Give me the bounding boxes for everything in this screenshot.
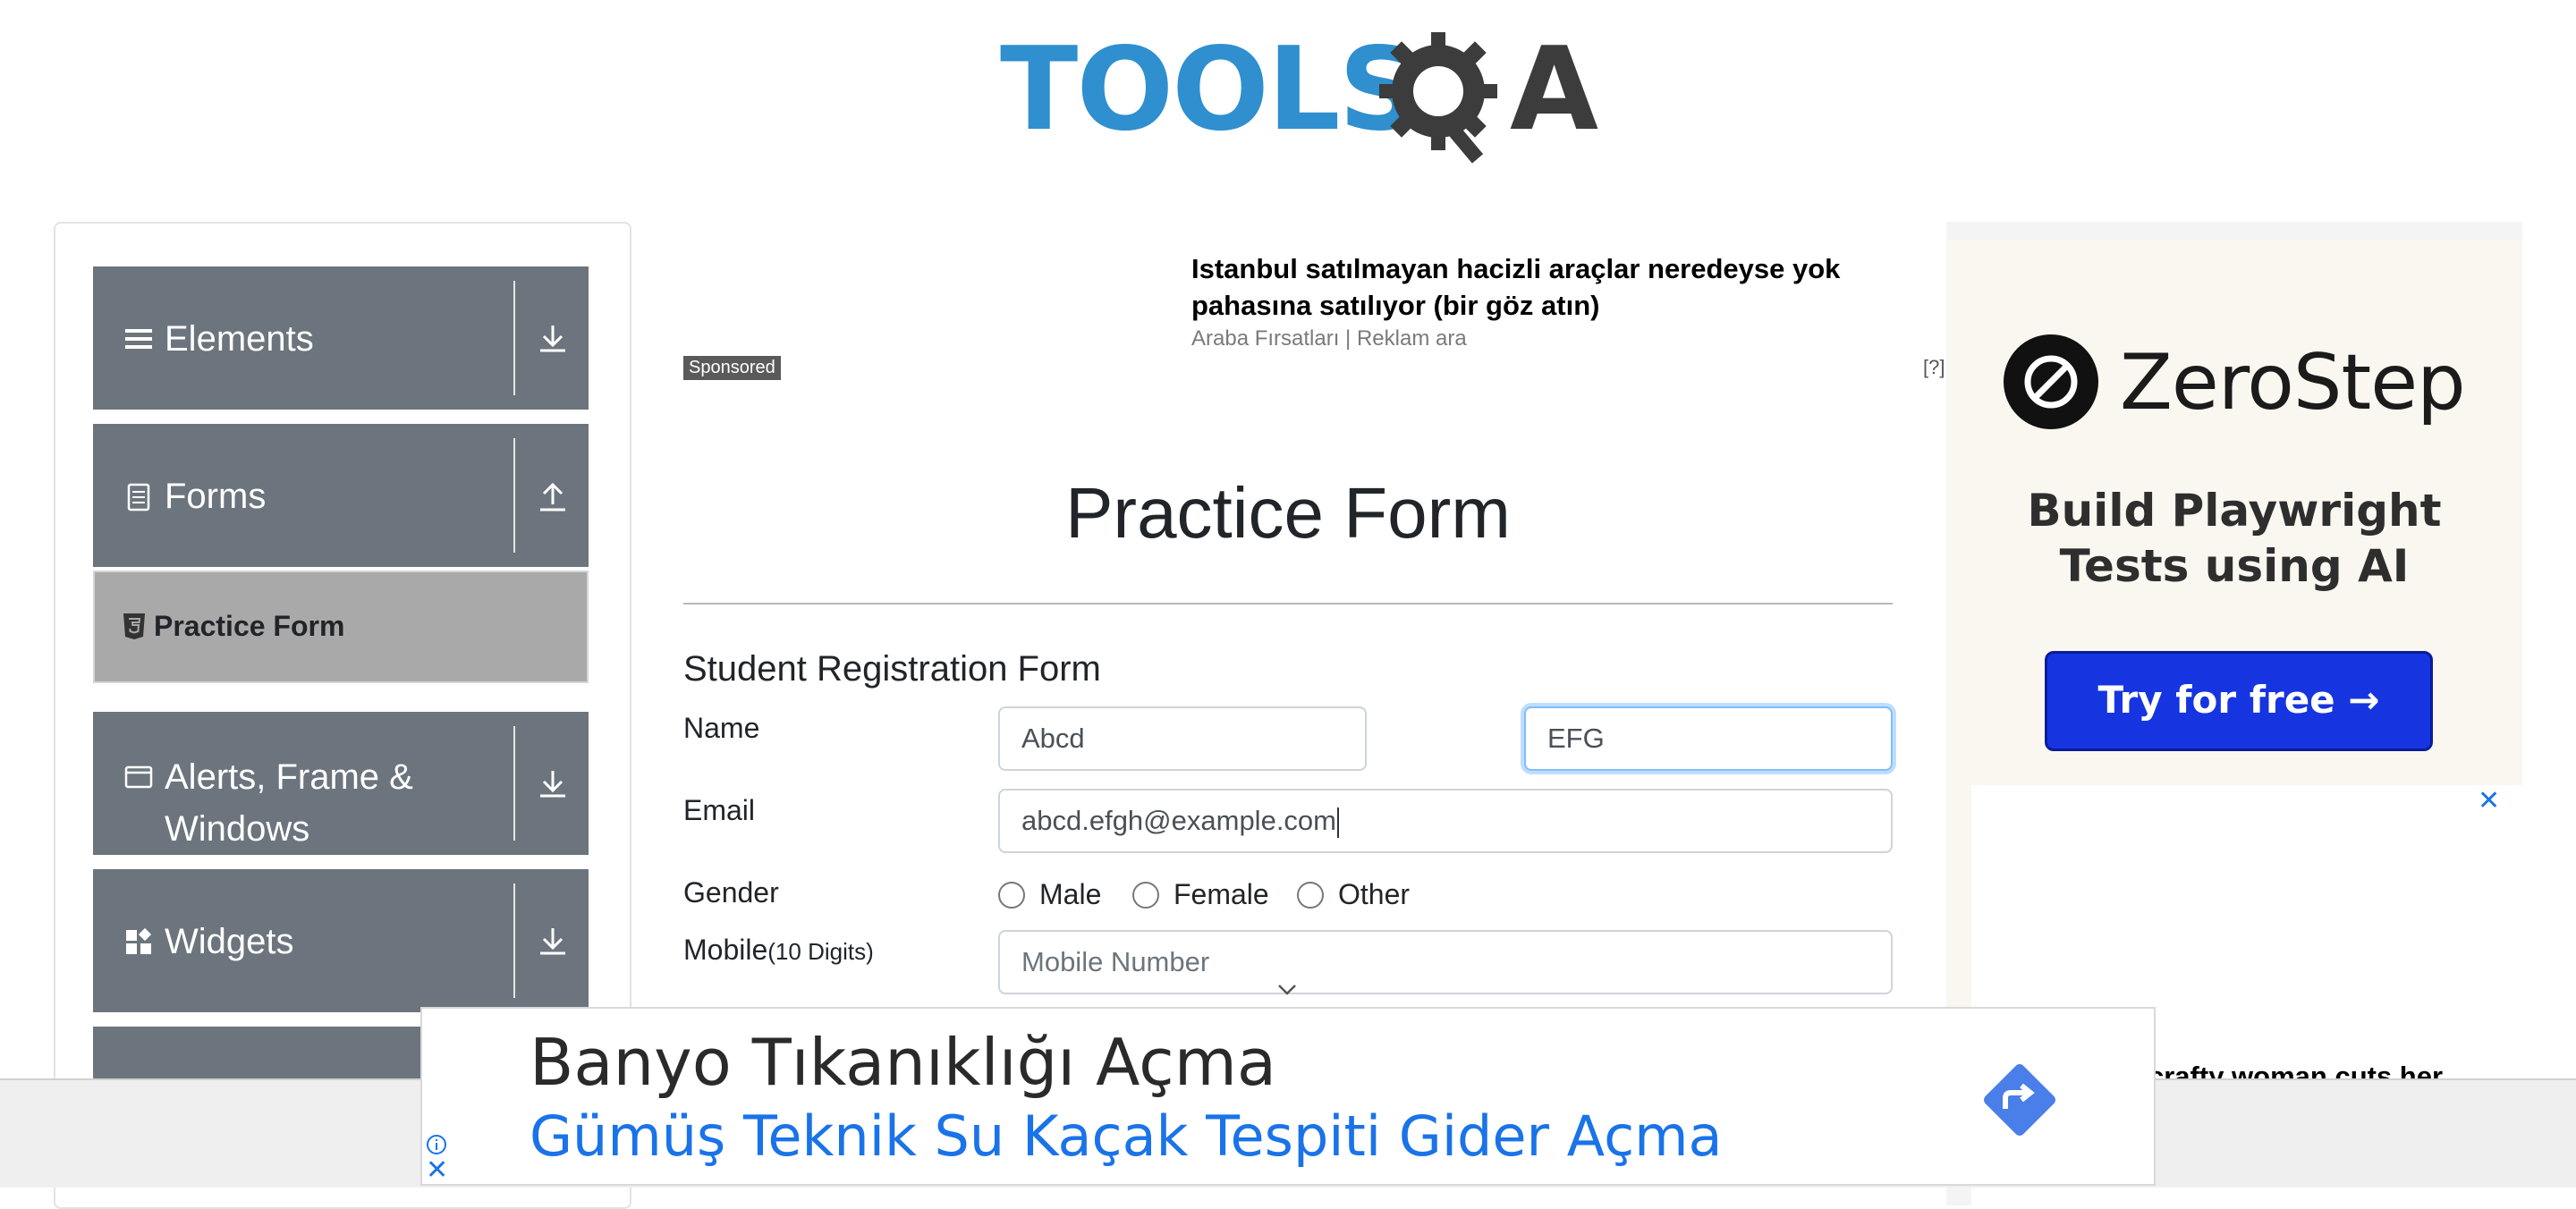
- email-input[interactable]: abcd.efgh@example.com: [998, 789, 1893, 853]
- download-arrow-icon[interactable]: [533, 764, 572, 803]
- banner-subtitle[interactable]: Gümüş Teknik Su Kaçak Tespiti Gider Açma: [530, 1103, 1723, 1169]
- email-label: Email: [683, 794, 756, 826]
- page-title: Practice Form: [1065, 473, 1511, 553]
- sidebar-group-widgets[interactable]: Widgets: [93, 869, 589, 1012]
- sponsored-badge: Sponsored: [683, 356, 781, 380]
- gender-label: Gender: [683, 876, 779, 909]
- email-value: abcd.efgh@example.com: [1021, 805, 1336, 836]
- radio-label: Other: [1338, 878, 1411, 910]
- sidebar-group-elements[interactable]: Elements: [93, 266, 589, 410]
- sidebar-item-label: Practice Form: [154, 610, 345, 642]
- try-free-button[interactable]: Try for free →: [2045, 651, 2433, 751]
- form-subtitle: Student Registration Form: [683, 649, 1101, 689]
- download-arrow-icon[interactable]: [533, 318, 572, 358]
- mobile-hint: (10 Digits): [767, 938, 874, 965]
- gear-magnifier-icon: [1379, 32, 1497, 164]
- close-icon[interactable]: ✕: [2478, 785, 2500, 816]
- divider: [513, 726, 515, 841]
- zerostep-brand: ZeroStep: [2120, 338, 2466, 427]
- logo-a-text: A: [1510, 23, 1599, 156]
- radio-circle[interactable]: [998, 881, 1025, 909]
- banner-title[interactable]: Banyo Tıkanıklığı Açma: [530, 1025, 1276, 1100]
- sidebar-group-label: Elements: [165, 319, 314, 359]
- sidebar-group-label: Alerts, Frame & Windows: [165, 757, 413, 849]
- divider: [513, 884, 515, 998]
- bottom-ad-banner[interactable]: Banyo Tıkanıklığı Açma Gümüş Teknik Su K…: [420, 1007, 2156, 1186]
- radio-circle[interactable]: [1297, 881, 1324, 909]
- divider: [513, 281, 515, 395]
- text-caret: [1337, 807, 1339, 838]
- last-name-input[interactable]: EFG: [1524, 706, 1893, 771]
- info-icon[interactable]: [426, 1134, 447, 1155]
- sidebar-group-alerts[interactable]: Alerts, Frame & Windows: [93, 712, 589, 855]
- name-label: Name: [683, 712, 760, 744]
- close-icon[interactable]: ✕: [426, 1157, 448, 1184]
- gender-radio-other[interactable]: Other: [1297, 878, 1410, 911]
- toolsqa-logo[interactable]: TOOLS A: [1000, 23, 1598, 164]
- gender-radio-male[interactable]: Male: [998, 878, 1101, 911]
- zerostep-logo-icon: [2004, 334, 2098, 429]
- radio-label: Male: [1039, 878, 1102, 910]
- ad-headline[interactable]: Istanbul satılmayan hacizli araçlar nere…: [1191, 250, 1907, 324]
- radio-circle[interactable]: [1132, 881, 1159, 909]
- mobile-input[interactable]: Mobile Number: [998, 930, 1893, 994]
- divider: [683, 603, 1893, 604]
- chevron-down-icon[interactable]: [1277, 984, 1297, 996]
- gender-radio-female[interactable]: Female: [1132, 878, 1269, 911]
- sidebar-group-label: Widgets: [165, 922, 294, 961]
- ad-help-link[interactable]: [?]: [1923, 356, 1945, 379]
- upload-arrow-icon[interactable]: [533, 476, 572, 515]
- logo-tools-text: TOOLS: [1000, 23, 1421, 156]
- tagline-line: Tests using AI: [2059, 540, 2410, 592]
- divider: [513, 438, 515, 553]
- radio-label: Female: [1174, 878, 1269, 910]
- ad-source[interactable]: Araba Fırsatları | Reklam ara: [1191, 326, 1467, 351]
- sidebar-item-practice-form[interactable]: Practice Form: [93, 571, 589, 683]
- document-icon: [127, 483, 150, 512]
- window-icon: [124, 765, 153, 789]
- tagline-line: Build Playwright: [2027, 485, 2442, 537]
- hamburger-icon: [125, 329, 152, 349]
- directions-arrow-icon[interactable]: [1973, 1053, 2066, 1146]
- mobile-label-text: Mobile: [683, 934, 768, 966]
- download-arrow-icon[interactable]: [533, 921, 572, 960]
- html5-icon: [123, 613, 145, 639]
- zerostep-tagline: Build Playwright Tests using AI: [1946, 483, 2522, 594]
- widgets-icon: [126, 927, 152, 954]
- mobile-label: Mobile(10 Digits): [683, 934, 874, 967]
- first-name-input[interactable]: Abcd: [998, 706, 1367, 771]
- sidebar-group-forms[interactable]: Forms: [93, 424, 589, 567]
- sidebar-group-label: Forms: [165, 477, 267, 516]
